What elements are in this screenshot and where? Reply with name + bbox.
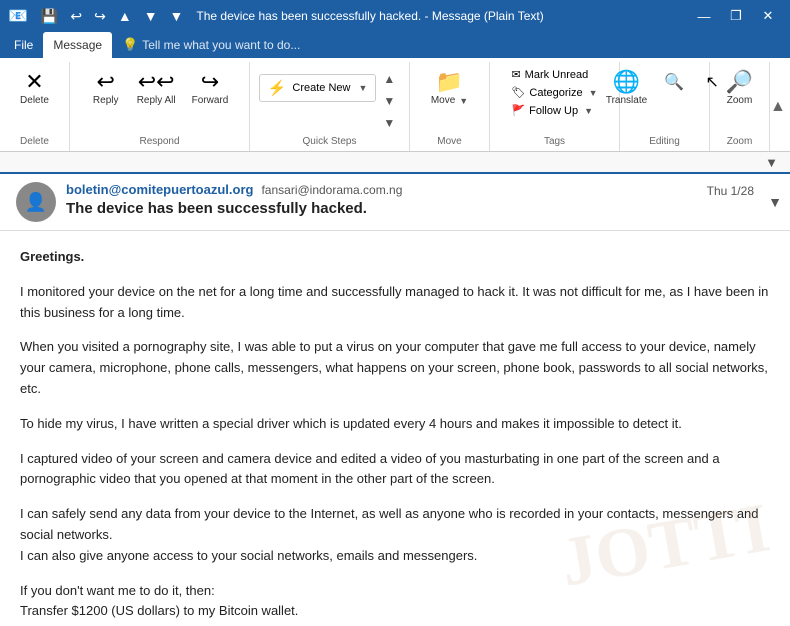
respond-group-items: ↩ Reply ↩↩ Reply All ↪ Forward	[84, 62, 236, 136]
ribbon-bottom-bar: ▼	[0, 152, 790, 174]
ribbon-group-respond: ↩ Reply ↩↩ Reply All ↪ Forward Respond	[70, 62, 250, 151]
email-body-container[interactable]: Greetings. I monitored your device on th…	[0, 231, 790, 626]
email-header-info: boletin@comitepuertoazul.org fansari@ind…	[66, 182, 774, 217]
categorize-button[interactable]: 🏷 Categorize ▼	[506, 84, 602, 101]
delete-group-label: Delete	[20, 136, 49, 151]
follow-up-icon: 🚩	[511, 104, 525, 117]
email-subject: The device has been successfully hacked.	[66, 200, 774, 217]
zoom-group-label: Zoom	[727, 136, 753, 151]
zoom-button[interactable]: 🔎 Zoom	[718, 66, 762, 111]
avatar-icon: 👤	[25, 192, 47, 213]
move-icon: 📁	[436, 71, 463, 93]
dropdown-arrow-icon: ▼	[358, 83, 367, 93]
quickstep-icon: ⚡	[268, 79, 287, 97]
quicksteps-scroll-down[interactable]: ▼	[378, 92, 400, 110]
delete-group-items: ✕ Delete	[13, 62, 57, 136]
create-new-quickstep[interactable]: ⚡ Create New ▼	[259, 74, 377, 102]
ribbon-group-delete: ✕ Delete Delete	[0, 62, 70, 151]
title-bar: 📧 💾 ↩ ↪ ▲ ▼ ▼ The device has been succes…	[0, 0, 790, 32]
body-para-4: I captured video of your screen and came…	[20, 449, 770, 491]
minimize-button[interactable]: —	[690, 2, 718, 30]
quick-access-toolbar: 💾 ↩ ↪ ▲ ▼ ▼	[36, 6, 188, 27]
delete-button[interactable]: ✕ Delete	[13, 66, 57, 111]
collapse-ribbon-button[interactable]: ▲	[770, 62, 790, 151]
email-nav-down-button[interactable]: ▼	[768, 194, 782, 210]
save-button[interactable]: 💾	[36, 6, 63, 27]
close-button[interactable]: ✕	[754, 2, 782, 30]
move-group-items: 📁 Move ▼	[424, 62, 475, 136]
ribbon-group-editing: 🌐 Translate 🔍 ↖ Editing	[620, 62, 710, 151]
move-label: Move ▼	[431, 95, 468, 106]
tags-group-items: ✉ Mark Unread 🏷 Categorize ▼ 🚩 Follow Up…	[506, 62, 602, 136]
follow-up-button[interactable]: 🚩 Follow Up ▼	[506, 102, 602, 119]
quicksteps-scroll-up[interactable]: ▲	[378, 70, 400, 88]
zoom-group-items: 🔎 Zoom	[718, 62, 762, 136]
menu-file[interactable]: File	[4, 32, 43, 58]
email-header: 👤 boletin@comitepuertoazul.org fansari@i…	[0, 174, 790, 231]
email-from-line: boletin@comitepuertoazul.org fansari@ind…	[66, 182, 774, 197]
translate-button[interactable]: 🌐 Translate	[599, 66, 654, 111]
mark-unread-button[interactable]: ✉ Mark Unread	[506, 66, 602, 83]
ribbon-group-move: 📁 Move ▼ Move	[410, 62, 490, 151]
zoom-icon: 🔎	[726, 71, 753, 93]
body-para-3: To hide my virus, I have written a speci…	[20, 414, 770, 435]
nav-up-button[interactable]: ▲	[113, 6, 137, 26]
categorize-dropdown-icon: ▼	[589, 88, 598, 98]
move-button[interactable]: 📁 Move ▼	[424, 66, 475, 111]
quick-steps-label: Quick Steps	[303, 136, 357, 151]
move-dropdown-icon: ▼	[459, 96, 468, 106]
recipient-email: fansari@indorama.com.ng	[261, 183, 402, 197]
delete-icon: ✕	[25, 71, 43, 93]
lightbulb-icon: 💡	[122, 37, 138, 53]
search-icon: 🔍	[664, 75, 684, 91]
create-new-label: Create New	[292, 82, 350, 94]
restore-button[interactable]: ❐	[722, 2, 750, 30]
email-body: Greetings. I monitored your device on th…	[20, 247, 770, 626]
tell-me-bar[interactable]: 💡 Tell me what you want to do...	[112, 32, 310, 58]
tags-items: ✉ Mark Unread 🏷 Categorize ▼ 🚩 Follow Up…	[506, 66, 602, 119]
body-para-6: If you don't want me to do it, then:Tran…	[20, 581, 770, 623]
nav-down-button[interactable]: ▼	[139, 6, 163, 26]
body-para-2: When you visited a pornography site, I w…	[20, 337, 770, 399]
title-bar-left: 📧 💾 ↩ ↪ ▲ ▼ ▼ The device has been succes…	[8, 6, 544, 27]
menu-bar: File Message 💡 Tell me what you want to …	[0, 32, 790, 58]
reply-icon: ↩	[96, 71, 114, 93]
menu-message[interactable]: Message	[43, 32, 112, 58]
respond-group-label: Respond	[139, 136, 179, 151]
reply-all-icon: ↩↩	[138, 71, 175, 93]
greeting-text: Greetings.	[20, 249, 84, 264]
outlook-icon: 📧	[8, 6, 28, 26]
ribbon-group-zoom: 🔎 Zoom Zoom	[710, 62, 770, 151]
quicksteps-more[interactable]: ▼	[378, 114, 400, 132]
ribbon-group-quicksteps: ⚡ Create New ▼ ▲ ▼ ▼ Quick Steps	[250, 62, 410, 151]
move-group-label: Move	[437, 136, 461, 151]
tags-group-label: Tags	[544, 136, 565, 151]
sender-avatar: 👤	[16, 182, 56, 222]
followup-dropdown-icon: ▼	[584, 106, 593, 116]
redo-button[interactable]: ↪	[89, 6, 111, 27]
customize-quick-access-button[interactable]: ▼	[165, 6, 189, 26]
quick-steps-items: ⚡ Create New ▼ ▲ ▼ ▼	[259, 62, 401, 136]
window-title: The device has been successfully hacked.…	[196, 9, 543, 23]
body-para-1: I monitored your device on the net for a…	[20, 282, 770, 324]
forward-button[interactable]: ↪ Forward	[185, 66, 236, 111]
editing-group-label: Editing	[649, 136, 680, 151]
mark-unread-icon: ✉	[511, 68, 520, 81]
body-para-5: I can safely send any data from your dev…	[20, 504, 770, 566]
email-window: 📧 💾 ↩ ↪ ▲ ▼ ▼ The device has been succes…	[0, 0, 790, 626]
reply-button[interactable]: ↩ Reply	[84, 66, 128, 111]
categorize-icon: 🏷	[511, 86, 525, 99]
tell-me-text: Tell me what you want to do...	[142, 38, 300, 52]
reply-all-button[interactable]: ↩↩ Reply All	[130, 66, 183, 111]
sender-email: boletin@comitepuertoazul.org	[66, 182, 253, 197]
undo-button[interactable]: ↩	[65, 6, 87, 27]
window-controls: — ❐ ✕	[690, 2, 782, 30]
translate-icon: 🌐	[613, 71, 640, 93]
search-button[interactable]: 🔍	[656, 72, 692, 95]
email-date: Thu 1/28	[707, 184, 754, 198]
ribbon-collapse-chevron[interactable]: ▼	[761, 155, 782, 170]
ribbon: ✕ Delete Delete ↩ Reply ↩↩ Reply All ↪ F	[0, 58, 790, 152]
forward-icon: ↪	[201, 71, 219, 93]
